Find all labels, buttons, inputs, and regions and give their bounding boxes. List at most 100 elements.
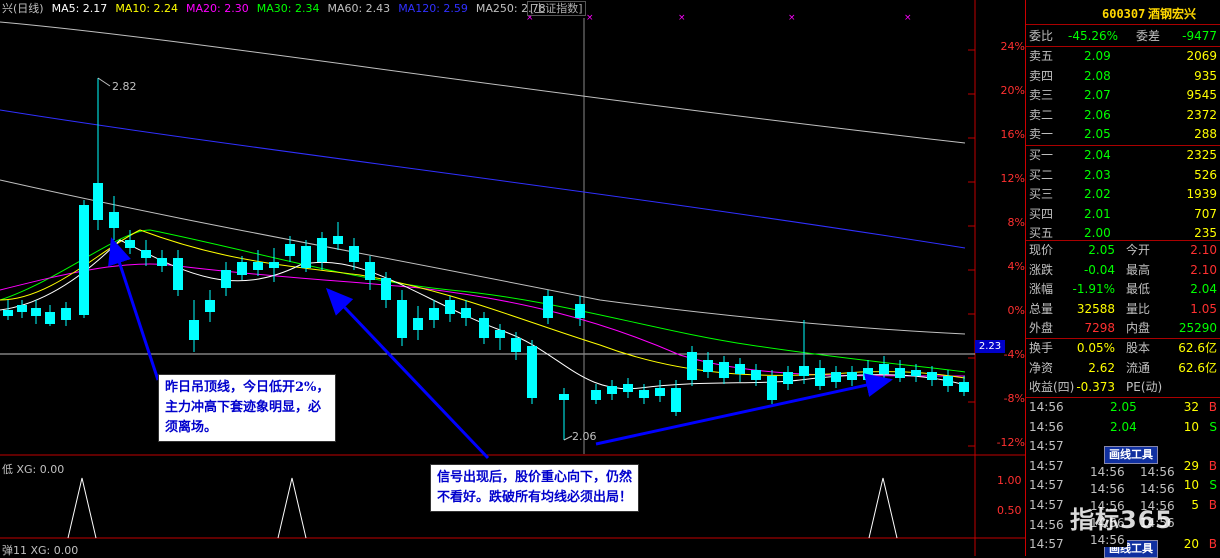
pct-label: 16%	[1000, 128, 1025, 141]
order-volume: 935	[1194, 68, 1217, 83]
stat-row: 换手 0.05% 股本 62.6亿	[1026, 338, 1220, 358]
ma250-line	[0, 21, 966, 144]
kline-chart-area[interactable]: × × × × × 兴(日线) MA5: 2.17 MA10: 2.24 MA20: 2…	[0, 0, 1025, 557]
candle-body	[461, 308, 471, 318]
ma5-label: MA5: 2.17	[51, 1, 108, 15]
stat-label: 量比	[1126, 301, 1151, 316]
ma20-label: MA20: 2.30	[186, 1, 249, 15]
order-volume: 707	[1194, 206, 1217, 221]
order-price: 2.04	[1084, 148, 1111, 162]
webi-label: 委比	[1029, 29, 1054, 43]
candle-body	[79, 205, 89, 315]
tick-time: 14:56	[1029, 419, 1064, 434]
candle-body	[543, 296, 553, 318]
order-volume: 526	[1194, 167, 1217, 182]
tick-dir: B	[1208, 400, 1217, 414]
top-marker: ×	[904, 13, 912, 23]
candle-body	[799, 366, 809, 376]
tick-volume: 29	[1183, 458, 1199, 473]
stat-value: 2.10	[1190, 262, 1217, 277]
candle-body	[591, 390, 601, 400]
candle-body	[365, 262, 375, 280]
stat-label: 换手	[1029, 341, 1054, 355]
stat-value: 7298	[1084, 321, 1115, 336]
order-volume: 9545	[1186, 88, 1217, 103]
stat-value: 25290	[1178, 321, 1217, 336]
candle-body	[911, 370, 921, 376]
candle-body	[61, 308, 71, 320]
draw-tool-button[interactable]: 画线工具	[1104, 446, 1158, 464]
stat-value: 62.6亿	[1178, 341, 1217, 355]
candle-body	[511, 338, 521, 352]
pct-label: 8%	[1007, 216, 1025, 229]
ma120-line	[0, 109, 966, 249]
stat-label: 股本	[1126, 341, 1151, 355]
index-tag[interactable]: [上证指数]	[527, 1, 586, 16]
candle-body	[173, 258, 183, 290]
candle-body	[397, 300, 407, 338]
candle-body	[815, 368, 825, 386]
stat-label: 现价	[1029, 243, 1054, 257]
stat-label: 净资	[1029, 360, 1054, 375]
arrow	[595, 373, 893, 446]
stat-value: 32588	[1076, 301, 1115, 316]
xg-signal	[277, 477, 307, 539]
stat-value: 2.62	[1088, 360, 1115, 375]
tick-time: 14:57	[1029, 478, 1064, 493]
candle-body	[735, 364, 745, 374]
candle-body	[429, 308, 439, 320]
candle-body	[831, 372, 841, 382]
stat-value: -0.373	[1076, 380, 1115, 395]
stat-row: 净资 2.62 流通 62.6亿	[1026, 358, 1220, 378]
candle-body	[639, 390, 649, 398]
candle-body	[895, 368, 905, 378]
order-label: 卖一	[1029, 127, 1054, 142]
stat-value: 1.05	[1190, 301, 1217, 316]
candle-body	[157, 258, 167, 266]
arrow	[108, 237, 160, 381]
stat-value: 0.05%	[1076, 341, 1115, 355]
top-marker: ×	[678, 13, 686, 23]
stat-value: -0.04	[1083, 262, 1115, 277]
candle-body	[959, 382, 969, 392]
order-volume: 2325	[1186, 148, 1217, 162]
candle-body	[45, 312, 55, 324]
stat-value: 2.04	[1190, 282, 1217, 297]
stat-label: 涨跌	[1029, 262, 1054, 277]
candle-body	[285, 244, 295, 256]
candle-body	[671, 388, 681, 412]
tick-dir: B	[1208, 498, 1217, 512]
order-volume: 1939	[1186, 187, 1217, 202]
candle-body	[863, 368, 873, 380]
sell-row: 卖三 2.07 9545	[1026, 85, 1220, 105]
webi-value: -45.26%	[1068, 29, 1119, 43]
buy-row: 买二 2.03 526	[1026, 165, 1220, 185]
candle-body	[623, 384, 633, 392]
watermark: 指标365	[1070, 506, 1174, 534]
ma10-label: MA10: 2.24	[115, 1, 179, 15]
xg-signal	[67, 477, 97, 539]
pct-label: 0%	[1007, 304, 1025, 317]
buy-row: 买三 2.02 1939	[1026, 184, 1220, 204]
pct-label: 4%	[1007, 260, 1025, 273]
candle-body	[31, 308, 41, 316]
stat-label: 最低	[1126, 282, 1151, 297]
stat-label: 今开	[1126, 243, 1151, 257]
stat-label: 流通	[1126, 360, 1151, 375]
tick-dir: S	[1209, 419, 1217, 434]
stat-label: 内盘	[1126, 321, 1151, 336]
callout-line: 信号出现后，股价重心向下，仍然	[437, 470, 633, 485]
candle-body	[221, 270, 231, 288]
sell-row: 卖四 2.08 935	[1026, 66, 1220, 86]
pct-label: 12%	[1000, 172, 1025, 185]
stock-name-label: 兴(日线)	[2, 2, 44, 15]
order-price: 2.01	[1084, 206, 1111, 221]
stat-row: 涨幅 -1.91% 最低 2.04	[1026, 279, 1220, 299]
candle-body	[333, 236, 343, 244]
stat-row: 现价 2.05 今开 2.10	[1026, 240, 1220, 260]
tick-volume: 5	[1191, 498, 1199, 512]
tick-dir: B	[1208, 537, 1217, 552]
candle-body	[3, 310, 13, 316]
tick-time: 14:57	[1029, 439, 1064, 454]
stat-label: 收益(四)	[1029, 380, 1075, 395]
